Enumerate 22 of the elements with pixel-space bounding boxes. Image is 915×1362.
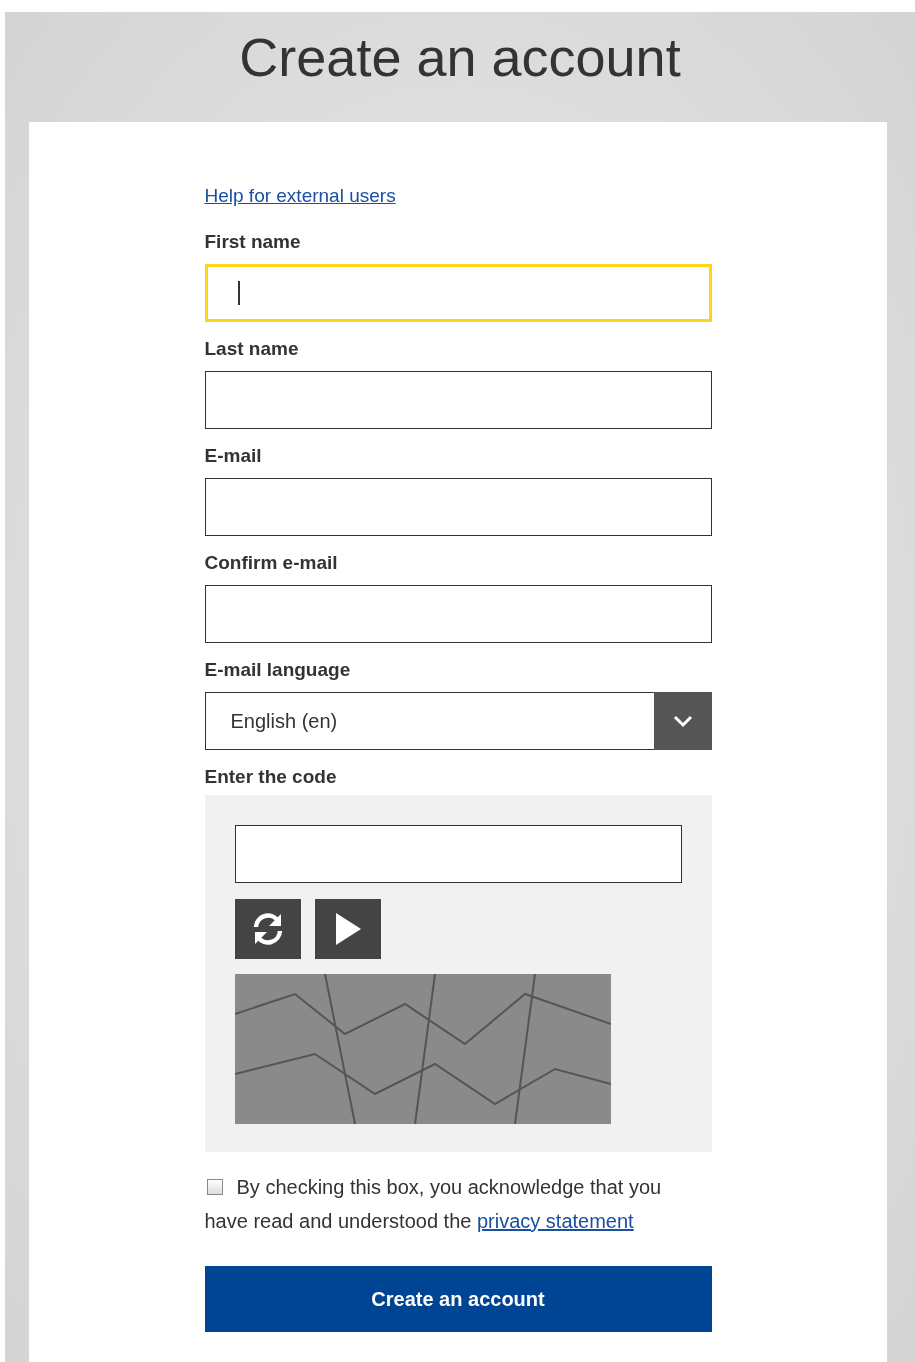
refresh-button[interactable] [234, 899, 301, 959]
field-label: Enter the code [204, 766, 338, 789]
text-cursor [237, 281, 240, 305]
text-field[interactable] [204, 585, 712, 643]
text-field[interactable] [204, 371, 712, 429]
chevron-down-icon [671, 714, 694, 728]
field-label: E-mail language [204, 659, 352, 682]
create-account-button[interactable]: Create an account [204, 1266, 712, 1332]
play-audio-button[interactable] [314, 899, 381, 959]
consent-checkbox-label[interactable]: By checking this box, you acknowledge that you have read and understood the privacy statement [204, 1170, 712, 1238]
checkbox-icon[interactable] [206, 1179, 223, 1195]
privacy-statement-link[interactable]: privacy statement [476, 1210, 634, 1232]
dropdown-button[interactable] [653, 692, 712, 750]
field-label: E-mail [204, 445, 263, 468]
language-dropdown[interactable]: English (en) [204, 692, 654, 750]
captcha-input-field[interactable] [234, 825, 682, 883]
field-label: Confirm e-mail [204, 552, 339, 575]
page-title: Create an account [238, 26, 682, 88]
field-label: Last name [204, 338, 300, 361]
help-link[interactable]: Help for external users [204, 185, 396, 206]
field-label: First name [204, 231, 302, 254]
text-field[interactable] [204, 478, 712, 536]
